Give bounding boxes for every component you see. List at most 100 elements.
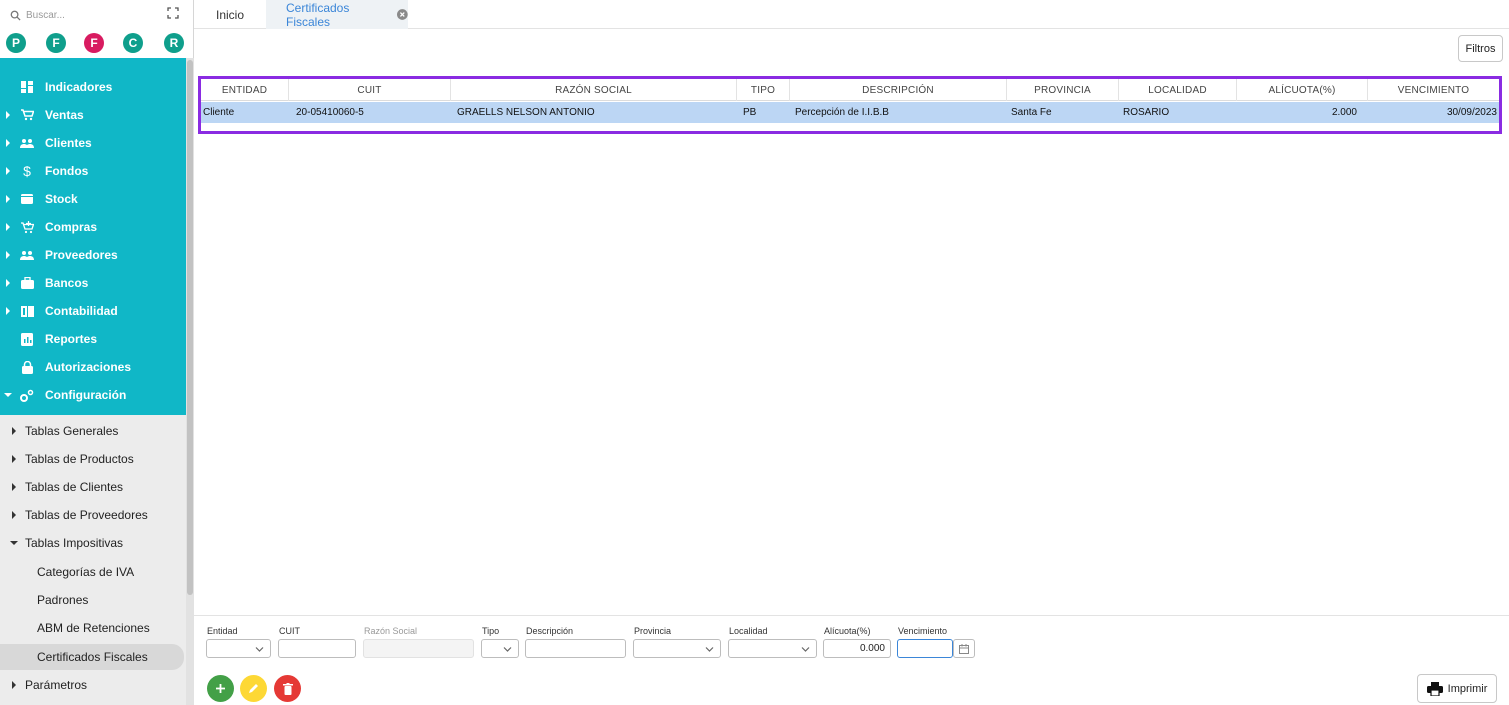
cell-tipo: PB — [743, 107, 757, 118]
chevron-right-icon — [12, 511, 16, 519]
sidebar-item-label: Tablas de Clientes — [25, 480, 124, 494]
filtros-button[interactable]: Filtros — [1458, 35, 1503, 62]
avatar-f[interactable]: F — [46, 33, 66, 53]
sidebar-item-tablas-generales[interactable]: Tablas Generales — [0, 418, 186, 444]
chevron-down-icon — [255, 647, 264, 652]
column-header-vencimiento[interactable]: VENCIMIENTO — [1368, 79, 1499, 101]
descripcion-input[interactable] — [525, 639, 626, 658]
fullscreen-icon[interactable] — [166, 6, 180, 20]
sidebar-item-tablas-productos[interactable]: Tablas de Productos — [0, 446, 186, 472]
close-icon[interactable] — [397, 9, 408, 20]
column-header-alicuota[interactable]: ALÍCUOTA(%) — [1237, 79, 1368, 101]
column-header-localidad[interactable]: LOCALIDAD — [1119, 79, 1237, 101]
label-tipo: Tipo — [482, 626, 500, 636]
sidebar-item-label: Parámetros — [25, 678, 88, 692]
avatar-f-pink[interactable]: F — [84, 33, 104, 53]
chevron-right-icon — [12, 455, 16, 463]
briefcase-icon — [20, 276, 34, 290]
sidebar-main-nav: Indicadores Ventas Clientes $ Fondos Sto… — [0, 58, 186, 415]
chevron-right-icon — [6, 279, 10, 287]
sidebar-item-bancos[interactable]: Bancos — [0, 269, 186, 297]
book-icon — [20, 304, 34, 318]
sidebar-item-label: Contabilidad — [45, 304, 118, 318]
delete-button[interactable] — [274, 675, 301, 702]
chevron-right-icon — [6, 223, 10, 231]
entidad-select[interactable] — [206, 639, 271, 658]
avatar-r[interactable]: R — [164, 33, 184, 53]
gears-icon — [20, 388, 34, 402]
label-entidad: Entidad — [207, 626, 238, 636]
sidebar-item-label: Stock — [45, 192, 78, 206]
sidebar-scrollbar[interactable] — [186, 58, 194, 705]
sidebar-search[interactable]: Buscar... — [10, 7, 170, 23]
tab-label: Certificados Fiscales — [286, 0, 350, 29]
column-header-tipo[interactable]: TIPO — [737, 79, 790, 101]
sidebar-item-autorizaciones[interactable]: Autorizaciones — [0, 353, 186, 381]
cell-provincia: Santa Fe — [1011, 107, 1052, 118]
cart-icon — [20, 108, 34, 122]
sidebar-item-tablas-impositivas[interactable]: Tablas Impositivas — [0, 530, 186, 556]
edit-button[interactable] — [240, 675, 267, 702]
table-row[interactable]: Cliente 20-05410060-5 GRAELLS NELSON ANT… — [201, 102, 1499, 123]
imprimir-button[interactable]: Imprimir — [1417, 674, 1497, 703]
column-header-razon-social[interactable]: RAZÓN SOCIAL — [451, 79, 737, 101]
sidebar-item-label: Padrones — [37, 593, 89, 607]
sidebar-item-reportes[interactable]: Reportes — [0, 325, 186, 353]
calendar-icon — [959, 643, 969, 654]
sidebar-item-abm-retenciones[interactable]: ABM de Retenciones — [0, 615, 186, 641]
sidebar-item-contabilidad[interactable]: Contabilidad — [0, 297, 186, 325]
sidebar-item-certificados-fiscales[interactable]: Certificados Fiscales — [0, 644, 184, 670]
sidebar-item-categorias-iva[interactable]: Categorías de IVA — [0, 559, 186, 585]
sidebar-item-proveedores[interactable]: Proveedores — [0, 241, 186, 269]
cell-descripcion: Percepción de I.I.B.B — [795, 107, 889, 118]
sidebar-item-fondos[interactable]: $ Fondos — [0, 157, 186, 185]
chevron-down-icon — [503, 647, 512, 652]
alicuota-input[interactable]: 0.000 — [823, 639, 891, 658]
avatar-c[interactable]: C — [123, 33, 143, 53]
chevron-down-icon — [705, 647, 714, 652]
plus-icon — [216, 684, 225, 693]
sidebar-item-ventas[interactable]: Ventas — [0, 101, 186, 129]
sidebar-item-tablas-clientes[interactable]: Tablas de Clientes — [0, 474, 186, 500]
sidebar-item-label: Tablas Impositivas — [25, 536, 124, 550]
cuit-input[interactable] — [278, 639, 356, 658]
sidebar-item-label: Autorizaciones — [45, 360, 132, 374]
cell-alicuota: 2.000 — [1331, 107, 1357, 118]
chevron-right-icon — [12, 483, 16, 491]
chevron-down-icon — [801, 647, 810, 652]
sidebar-item-compras[interactable]: Compras — [0, 213, 186, 241]
trash-icon — [282, 682, 293, 695]
vencimiento-input[interactable] — [897, 639, 953, 658]
search-icon — [10, 10, 21, 21]
sidebar: Buscar... P F F C R Indicadores Ventas C… — [0, 0, 194, 705]
dollar-icon: $ — [23, 163, 31, 179]
chevron-right-icon — [6, 307, 10, 315]
sidebar-item-stock[interactable]: Stock — [0, 185, 186, 213]
cell-localidad: ROSARIO — [1123, 107, 1170, 118]
sidebar-item-tablas-proveedores[interactable]: Tablas de Proveedores — [0, 502, 186, 528]
column-header-provincia[interactable]: PROVINCIA — [1007, 79, 1119, 101]
calendar-button[interactable] — [953, 639, 975, 658]
tipo-select[interactable] — [481, 639, 519, 658]
column-header-entidad[interactable]: ENTIDAD — [201, 79, 289, 101]
cell-vencimiento: 30/09/2023 — [1446, 107, 1497, 118]
sidebar-item-configuracion[interactable]: Configuración — [0, 381, 186, 409]
sidebar-item-label: Bancos — [45, 276, 89, 290]
scrollbar-thumb[interactable] — [187, 60, 193, 595]
sidebar-item-label: Clientes — [45, 136, 92, 150]
tab-bar: Inicio Certificados Fiscales — [194, 0, 1509, 29]
avatar-p[interactable]: P — [6, 33, 26, 53]
chevron-down-icon — [4, 393, 12, 397]
column-header-descripcion[interactable]: DESCRIPCIÓN — [790, 79, 1007, 101]
provincia-select[interactable] — [633, 639, 721, 658]
sidebar-item-label: Reportes — [45, 332, 98, 346]
sidebar-item-indicadores[interactable]: Indicadores — [0, 73, 186, 101]
add-button[interactable] — [207, 675, 234, 702]
column-header-cuit[interactable]: CUIT — [289, 79, 451, 101]
tab-inicio[interactable]: Inicio — [194, 0, 266, 29]
sidebar-item-parametros[interactable]: Parámetros — [0, 672, 186, 698]
sidebar-item-clientes[interactable]: Clientes — [0, 129, 186, 157]
sidebar-item-padrones[interactable]: Padrones — [0, 587, 186, 613]
tab-certificados-fiscales[interactable]: Certificados Fiscales — [266, 0, 408, 29]
localidad-select[interactable] — [728, 639, 817, 658]
